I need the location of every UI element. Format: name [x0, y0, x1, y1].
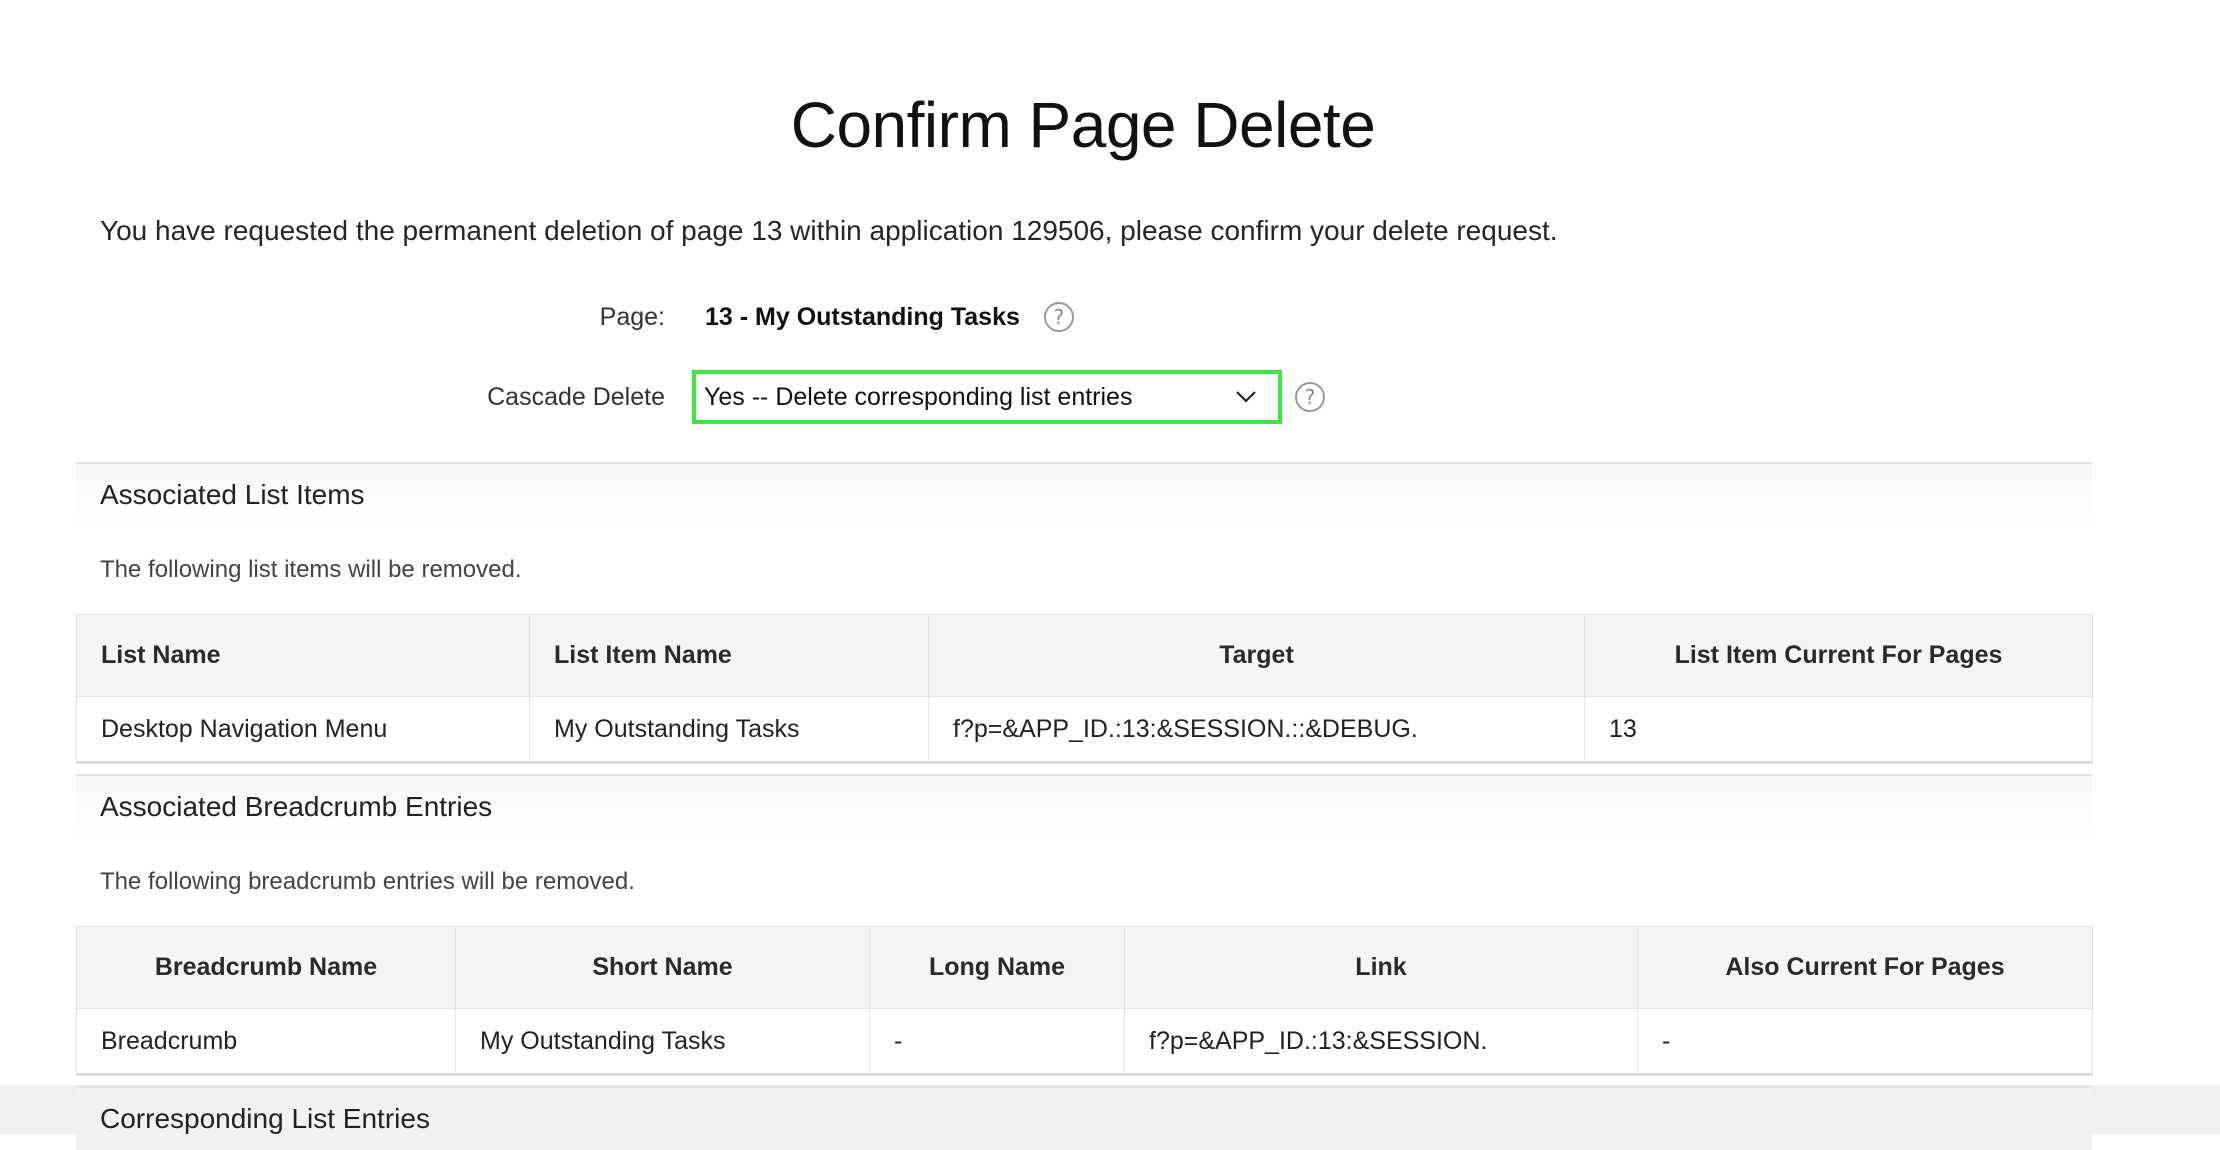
help-icon[interactable]: ?	[1043, 302, 1074, 332]
table-cell: 13	[1584, 696, 2093, 764]
page-row: Page: 13 - My Outstanding Tasks ?	[0, 291, 1074, 343]
column-header[interactable]: Also Current For Pages	[1637, 926, 2093, 1009]
column-header[interactable]: Breadcrumb Name	[76, 926, 456, 1009]
table-cell: f?p=&APP_ID.:13:&SESSION.	[1124, 1008, 1638, 1076]
table-row: Breadcrumb My Outstanding Tasks - f?p=&A…	[76, 1008, 2093, 1076]
corresponding-list-entries-section: Corresponding List Entries	[76, 1086, 2092, 1150]
column-header[interactable]: Target	[928, 614, 1585, 697]
section-note: The following breadcrumb entries will be…	[100, 868, 635, 895]
list-items-table: List Name List Item Name Target List Ite…	[76, 614, 2093, 764]
column-header[interactable]: Link	[1124, 926, 1638, 1009]
cascade-row: Cascade Delete Yes -- Delete correspondi…	[0, 370, 1325, 424]
column-header[interactable]: Short Name	[455, 926, 870, 1009]
associated-list-items-section: Associated List Items The following list…	[76, 462, 2093, 764]
section-title: Associated Breadcrumb Entries	[76, 774, 2092, 838]
table-row: Desktop Navigation Menu My Outstanding T…	[76, 696, 2093, 764]
table-header-row: Breadcrumb Name Short Name Long Name Lin…	[76, 926, 2093, 1009]
section-note: The following list items will be removed…	[100, 556, 522, 583]
help-icon[interactable]: ?	[1295, 382, 1325, 412]
chevron-down-icon	[1234, 385, 1258, 409]
cascade-delete-selected-value: Yes -- Delete corresponding list entries	[704, 382, 1133, 411]
breadcrumb-table: Breadcrumb Name Short Name Long Name Lin…	[76, 926, 2093, 1076]
table-cell: -	[1637, 1008, 2093, 1076]
column-header[interactable]: Long Name	[869, 926, 1125, 1009]
intro-text: You have requested the permanent deletio…	[100, 215, 1558, 246]
column-header[interactable]: List Name	[76, 614, 530, 697]
page-value: 13 - My Outstanding Tasks	[705, 302, 1020, 331]
column-header[interactable]: List Item Name	[529, 614, 929, 697]
page-title: Confirm Page Delete	[790, 89, 1376, 161]
table-cell: -	[869, 1008, 1125, 1076]
cascade-label-wrap: Cascade Delete	[0, 371, 665, 423]
associated-breadcrumb-section: Associated Breadcrumb Entries The follow…	[76, 774, 2093, 1076]
section-title: Associated List Items	[76, 462, 2092, 526]
page-label-wrap: Page:	[0, 291, 665, 343]
table-cell: Desktop Navigation Menu	[76, 696, 530, 764]
table-cell: My Outstanding Tasks	[455, 1008, 870, 1076]
table-cell: f?p=&APP_ID.:13:&SESSION.::&DEBUG.	[928, 696, 1585, 764]
cascade-delete-label: Cascade Delete	[487, 382, 665, 411]
page-label: Page:	[599, 302, 665, 331]
table-cell: Breadcrumb	[76, 1008, 456, 1076]
cascade-delete-select[interactable]: Yes -- Delete corresponding list entries	[692, 370, 1282, 424]
table-cell: My Outstanding Tasks	[529, 696, 929, 764]
section-title: Corresponding List Entries	[76, 1086, 2092, 1150]
table-header-row: List Name List Item Name Target List Ite…	[76, 614, 2093, 697]
column-header[interactable]: List Item Current For Pages	[1584, 614, 2093, 697]
